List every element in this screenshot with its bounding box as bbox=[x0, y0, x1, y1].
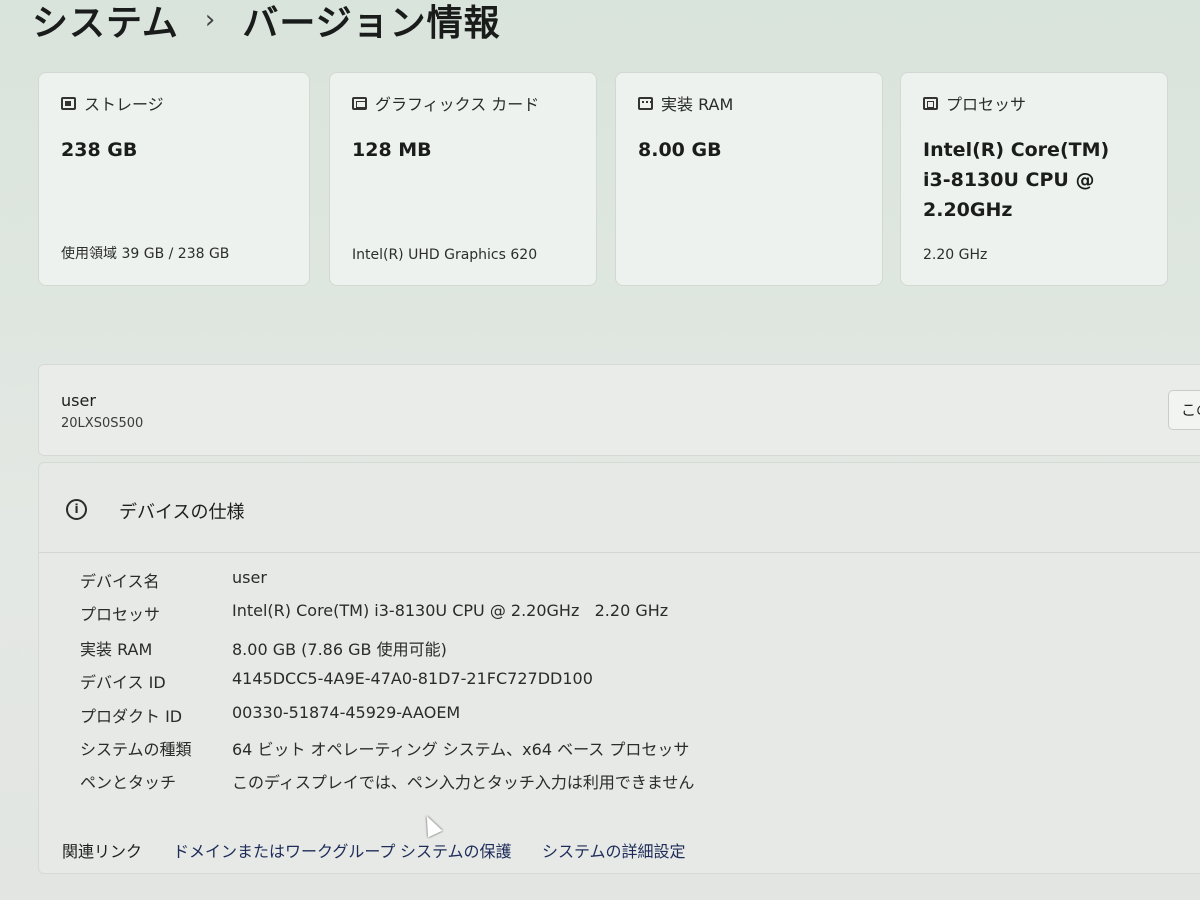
device-name-card: user 20LXS0S500 bbox=[38, 364, 1200, 456]
spec-value: 8.00 GB (7.86 GB 使用可能) bbox=[232, 640, 447, 659]
breadcrumb: システム › バージョン情報 bbox=[32, 0, 501, 48]
processor-value-line: i3-8130U CPU @ bbox=[923, 169, 1095, 191]
storage-usage: 使用領域 39 GB / 238 GB bbox=[61, 246, 230, 262]
spec-value: 64 ビット オペレーティング システム、x64 ベース プロセッサ bbox=[232, 740, 690, 759]
spec-label: ペンとタッチ bbox=[80, 773, 177, 792]
spec-value: このディスプレイでは、ペン入力とタッチ入力は利用できません bbox=[232, 773, 695, 792]
system-protection-link[interactable]: システムの保護 bbox=[400, 838, 512, 862]
breadcrumb-separator: › bbox=[204, 5, 217, 35]
device-name: user bbox=[61, 391, 96, 410]
processor-speed: 2.20 GHz bbox=[923, 247, 988, 263]
storage-value: 238 GB bbox=[61, 139, 138, 161]
spec-value: 00330-51874-45929-AAOEM bbox=[232, 703, 461, 722]
graphics-label: グラフィックス カード bbox=[375, 95, 540, 114]
storage-icon bbox=[61, 96, 76, 110]
spec-value: 4145DCC5-4A9E-47A0-81D7-21FC727DD100 bbox=[232, 669, 593, 688]
storage-card[interactable]: ストレージ 238 GB 使用領域 39 GB / 238 GB bbox=[38, 72, 310, 286]
ram-value: 8.00 GB bbox=[638, 139, 722, 161]
breadcrumb-parent[interactable]: システム bbox=[32, 0, 179, 46]
device-spec-panel: i デバイスの仕様 bbox=[38, 462, 1200, 874]
graphics-card-icon bbox=[352, 96, 367, 110]
advanced-system-settings-link[interactable]: システムの詳細設定 bbox=[542, 838, 686, 862]
graphics-card[interactable]: グラフィックス カード 128 MB Intel(R) UHD Graphics… bbox=[329, 72, 597, 286]
processor-value-line: Intel(R) Core(TM) bbox=[923, 139, 1110, 161]
processor-value-line: 2.20GHz bbox=[923, 199, 1013, 221]
related-links-label: 関連リンク bbox=[62, 842, 143, 861]
rename-pc-button[interactable]: この bbox=[1168, 390, 1200, 430]
ram-card[interactable]: 実装 RAM 8.00 GB bbox=[615, 72, 883, 286]
ram-label: 実装 RAM bbox=[661, 95, 734, 114]
processor-value: Intel(R) Core(TM) i3-8130U CPU @ 2.20GHz bbox=[923, 135, 1145, 225]
spec-value: Intel(R) Core(TM) i3-8130U CPU @ 2.20GHz… bbox=[232, 601, 669, 620]
device-model: 20LXS0S500 bbox=[61, 416, 144, 431]
storage-label: ストレージ bbox=[84, 95, 164, 114]
device-spec-title: デバイスの仕様 bbox=[119, 502, 245, 523]
processor-icon bbox=[923, 96, 938, 110]
spec-label: プロセッサ bbox=[80, 605, 161, 624]
processor-card[interactable]: プロセッサ Intel(R) Core(TM) i3-8130U CPU @ 2… bbox=[900, 72, 1168, 286]
graphics-value: 128 MB bbox=[352, 139, 432, 161]
spec-label: デバイス ID bbox=[80, 673, 166, 692]
page-title: バージョン情報 bbox=[242, 3, 501, 44]
ram-icon bbox=[638, 96, 653, 110]
spec-label: プロダクト ID bbox=[80, 707, 183, 726]
processor-label: プロセッサ bbox=[946, 95, 1027, 114]
spec-label: 実装 RAM bbox=[80, 640, 153, 659]
domain-workgroup-link[interactable]: ドメインまたはワークグループ bbox=[173, 838, 395, 862]
spec-value: user bbox=[232, 568, 267, 587]
device-spec-header[interactable]: i デバイスの仕様 bbox=[39, 463, 1200, 553]
graphics-model: Intel(R) UHD Graphics 620 bbox=[352, 247, 538, 263]
spec-label: システムの種類 bbox=[80, 740, 192, 759]
info-icon: i bbox=[66, 499, 87, 520]
spec-label: デバイス名 bbox=[80, 572, 160, 591]
